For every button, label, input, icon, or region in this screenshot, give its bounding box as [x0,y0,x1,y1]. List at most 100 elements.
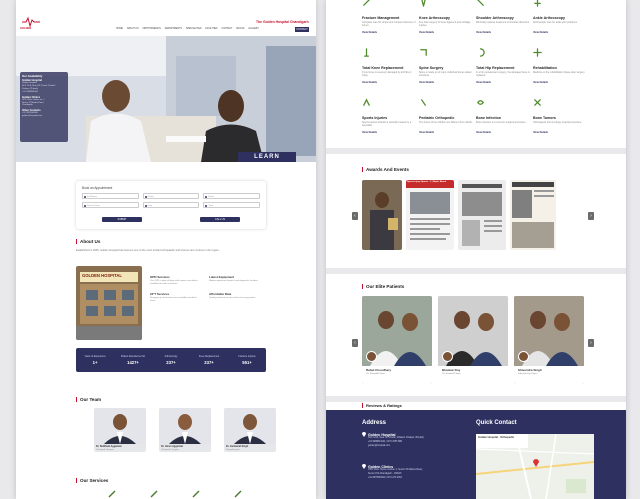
main-nav: HOME ABOUT US ORTHOPAEDICS DEPARTMENTS SPECI… [116,28,259,30]
appointment-submit-button[interactable]: SUBMIT [102,217,142,222]
availability-panel: Our Availability Golden Hospital Golden … [20,72,68,142]
footer-hospital-name: Golden Hospital [368,432,396,437]
service-view-details[interactable]: View Details [362,31,417,34]
service-card[interactable]: Shoulder Arthroscopy Minimally invasive t… [476,0,531,34]
patient-card[interactable]: Rahul Choudhary Pro Kabaddi Player [362,296,432,384]
service-icon [533,48,542,57]
field-placeholder: Email [208,196,214,198]
patients-prev-arrow[interactable]: ‹ [352,339,358,347]
field-placeholder: Time [208,205,214,207]
building-sign: GOLDEN HOSPITAL [82,273,122,278]
service-view-details[interactable]: View Details [533,131,588,134]
homepage-right-column: Fracture Management Complete care for sim… [326,0,626,499]
service-icon [477,100,484,105]
hero-banner-text: LEARN [238,152,296,162]
appointment-field[interactable]: Phone [142,193,200,199]
patient-role: Pro Football Player [442,373,461,375]
service-card[interactable]: Total Hip Replacement In a hip replacemen… [476,48,531,84]
field-icon [144,196,147,198]
service-card[interactable]: Spine Surgery Spine is made up of many in… [419,48,474,84]
service-view-details[interactable]: View Details [533,31,588,34]
service-icon [420,49,427,56]
team-card[interactable]: Dr. Gurkamal Singh Physiotherapist [224,408,276,452]
availability-contact-lines: +91 9876500000 golden@hospital.com [22,112,66,118]
about-item: 24*7 Services Emergency and trauma care a… [150,292,201,303]
about-item-desc: Quality treatment at rates that suit eve… [209,297,256,299]
stat-value: 237+ [204,360,214,365]
footer-hospital-block: Golden Hospital SCF 12-B, Near HP Chowk,… [362,432,472,448]
stat-value: 551+ [242,360,252,365]
nav-item-specialities[interactable]: SPECIALITIES [186,28,201,30]
patient-card[interactable]: Shivendra Singh India Hockey Player [514,296,584,384]
service-name: Rehabilitation [533,66,557,70]
appointment-field[interactable]: Email [203,193,260,199]
service-name: Spine Surgery [419,66,444,70]
service-icon [234,490,242,498]
service-view-details[interactable]: View Details [533,81,588,84]
map-label: Golden Hospital - Orthopedic [478,436,515,439]
nav-item-about-us[interactable]: ABOUT US [127,28,139,30]
logo-text: GOLDEN [20,27,32,30]
nav-item-contact[interactable]: CONTACT [222,28,233,30]
field-placeholder: Phone [147,196,154,198]
service-card[interactable]: Pediatric Orthopedic The bones of the chi… [419,98,474,134]
patients-next-arrow[interactable]: › [588,339,594,347]
awards-title: Awards And Events [362,167,409,172]
nav-item-blogs[interactable]: BLOGS [236,28,244,30]
service-icon [363,98,370,106]
field-icon [144,205,147,207]
service-view-details[interactable]: View Details [362,131,417,134]
about-item-desc: Emergency and trauma care available roun… [150,297,197,302]
service-card[interactable]: Total Knee Replacement If your knee is se… [362,48,417,84]
appointment-field[interactable]: Date [142,202,200,208]
stat-label: Fracture Injuries [238,355,256,358]
team-card[interactable]: Dr. Varun Aggarwal Orthopedic Surgeon [159,408,211,452]
stat-value: 1+ [92,360,98,365]
team-card[interactable]: Dr. Siddhant Aggarwal Orthopedic Surgeon [94,408,146,452]
service-card[interactable]: Rehabilitation Medicine in the rehabilita… [533,48,588,84]
service-card[interactable]: Bone Tumors Orthopaedic and oncology surg… [533,98,588,134]
logo[interactable] [20,15,42,28]
service-view-details[interactable]: View Details [419,31,474,34]
awards-prev-arrow[interactable]: ‹ [352,212,358,220]
service-card[interactable]: Fracture Management Complete care for sim… [362,0,417,34]
nav-contact-button[interactable]: CONTACT [295,27,309,32]
service-view-details[interactable]: View Details [476,31,531,34]
map-embed[interactable]: Golden Hospital - Orthopedic [475,433,595,499]
service-view-details[interactable]: View Details [476,81,531,84]
service-icon [192,490,200,498]
service-icon [363,0,370,6]
awards-next-arrow[interactable]: › [588,212,594,220]
appointment-call-button[interactable]: CALL US [200,217,240,222]
stat-label: Arthroscopy [164,355,178,358]
stats-bar: Years of Experience 1+ Patient Attended so… [76,348,266,372]
patient-name: Shivendra Singh [518,368,542,372]
service-desc: Arthroscopic care for ankle joint proble… [533,21,578,24]
nav-item-gallery[interactable]: GALLERY [248,28,259,30]
service-desc: Complete care for simple and complex fra… [362,21,416,28]
nav-item-orthopaedics[interactable]: ORTHOPAEDICS [143,28,161,30]
appointment-form: Book an Appointment Full Name Phone Email S… [76,181,266,229]
service-card[interactable]: Knee Arthroscopy Key-hole surgery for kne… [419,0,474,34]
nav-item-departments[interactable]: DEPARTMENTS [165,28,182,30]
appointment-field[interactable]: Select Doctor [82,202,139,208]
service-view-details[interactable]: View Details [362,81,417,84]
clinic-line: Chandigarh [22,104,33,107]
service-view-details[interactable]: View Details [419,81,474,84]
about-title: About Us [76,239,100,244]
patient-card[interactable]: Bhaskar Roy Pro Football Player [438,296,508,384]
service-card[interactable]: Ankle Arthroscopy Arthroscopic care for a… [533,0,588,34]
appointment-field[interactable]: Full Name [82,193,139,199]
nav-item-facilities[interactable]: FACILITIES [205,28,217,30]
about-item: OPD Services Our OPD is open all days wit… [150,275,201,286]
appointment-title: Book an Appointment [82,186,113,190]
about-item: Affordable Rate Quality treatment at rate… [209,292,260,303]
service-card[interactable]: Sports Injuries Sports injuries should be… [362,98,417,134]
service-view-details[interactable]: View Details [476,131,531,134]
service-card[interactable]: Bone Infection Bone infection is a common… [476,98,531,134]
quick-contact-title: Quick Contact [476,420,517,426]
service-view-details[interactable]: View Details [419,131,474,134]
nav-item-home[interactable]: HOME [116,28,123,30]
appointment-field[interactable]: Time [203,202,260,208]
appointment-fields: Full Name Phone Email Select Doctor Date Time [82,193,260,208]
